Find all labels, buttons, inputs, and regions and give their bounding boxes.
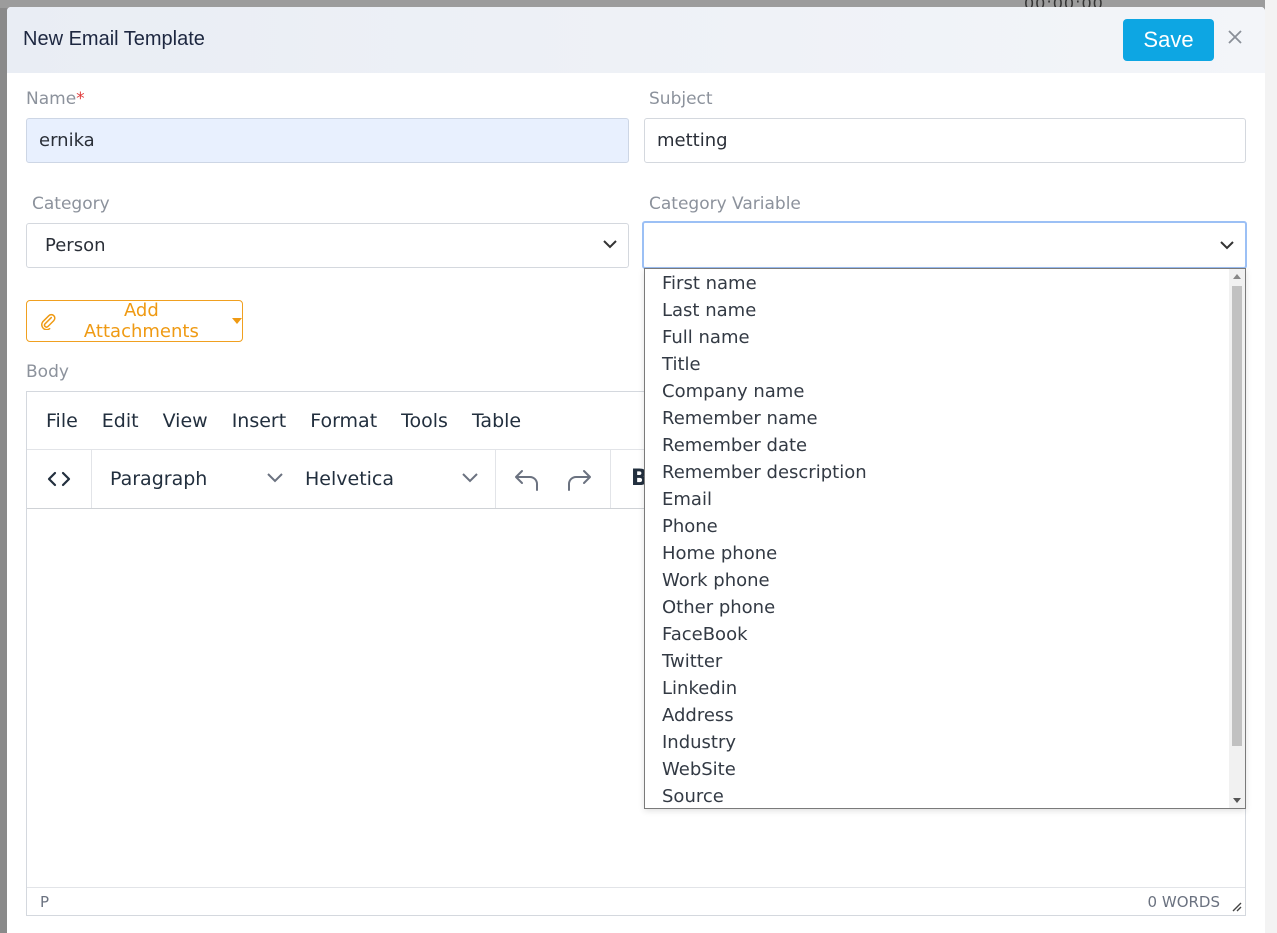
undo-icon[interactable]: [512, 466, 542, 494]
dropdown-option[interactable]: Work phone: [645, 567, 1229, 594]
redo-icon[interactable]: [564, 466, 594, 494]
dropdown-option[interactable]: Industry: [645, 729, 1229, 756]
body-label: Body: [26, 362, 69, 382]
menu-format[interactable]: Format: [310, 410, 377, 432]
menu-edit[interactable]: Edit: [102, 410, 139, 432]
name-label: Name*: [26, 89, 85, 109]
modal-title: New Email Template: [23, 28, 205, 50]
font-family-select[interactable]: Helvetica: [305, 468, 394, 490]
category-select[interactable]: Person: [26, 223, 629, 268]
email-template-modal: New Email Template Save Name* ernika Sub…: [7, 7, 1265, 933]
save-button[interactable]: Save: [1123, 19, 1214, 61]
source-code-button[interactable]: [27, 450, 92, 508]
dropdown-option[interactable]: Email: [645, 486, 1229, 513]
format-group: Paragraph Helvetica: [92, 450, 496, 508]
dropdown-option[interactable]: Last name: [645, 297, 1229, 324]
name-label-text: Name: [26, 89, 77, 109]
menu-tools[interactable]: Tools: [401, 410, 448, 432]
dropdown-option[interactable]: Title: [645, 351, 1229, 378]
paperclip-icon: [41, 313, 56, 330]
dropdown-option[interactable]: Other phone: [645, 594, 1229, 621]
dropdown-option[interactable]: Remember name: [645, 405, 1229, 432]
editor-statusbar: P 0 WORDS: [27, 887, 1245, 915]
chevron-down-icon: [1220, 241, 1234, 250]
subject-input[interactable]: metting: [644, 118, 1246, 163]
chevron-down-icon: [462, 473, 478, 483]
block-format-select[interactable]: Paragraph: [110, 468, 207, 490]
add-attachments-button[interactable]: Add Attachments: [26, 300, 243, 342]
chevron-down-icon: [267, 473, 283, 483]
category-label: Category: [32, 194, 110, 214]
close-icon[interactable]: [1225, 27, 1245, 47]
resize-handle-icon[interactable]: [1230, 900, 1242, 912]
scroll-up-icon[interactable]: [1233, 274, 1241, 279]
scrollbar-thumb[interactable]: [1232, 286, 1242, 746]
dropdown-option[interactable]: Phone: [645, 513, 1229, 540]
dropdown-option[interactable]: Twitter: [645, 648, 1229, 675]
dropdown-option[interactable]: Linkedin: [645, 675, 1229, 702]
menu-table[interactable]: Table: [472, 410, 521, 432]
chevron-down-icon: [603, 240, 617, 249]
menu-view[interactable]: View: [163, 410, 208, 432]
category-variable-label: Category Variable: [649, 194, 801, 214]
dropdown-option[interactable]: Address: [645, 702, 1229, 729]
menu-insert[interactable]: Insert: [232, 410, 287, 432]
name-input[interactable]: ernika: [26, 118, 629, 163]
caret-down-icon: [232, 318, 242, 324]
dropdown-option[interactable]: Remember date: [645, 432, 1229, 459]
dropdown-scrollbar[interactable]: [1229, 269, 1245, 808]
scroll-down-icon[interactable]: [1233, 798, 1241, 803]
history-group: [496, 450, 611, 508]
add-attachments-label: Add Attachments: [83, 300, 199, 342]
dropdown-options: First name Last name Full name Title Com…: [645, 270, 1229, 808]
category-variable-dropdown: First name Last name Full name Title Com…: [644, 268, 1246, 809]
modal-header: New Email Template Save: [7, 7, 1265, 73]
dropdown-option[interactable]: Source: [645, 783, 1229, 808]
required-mark: *: [76, 89, 85, 109]
dropdown-option[interactable]: Remember description: [645, 459, 1229, 486]
menu-file[interactable]: File: [46, 410, 78, 432]
dropdown-option[interactable]: WebSite: [645, 756, 1229, 783]
word-count[interactable]: 0 WORDS: [1148, 893, 1220, 911]
background-right-edge: [1265, 0, 1277, 933]
dropdown-option[interactable]: Full name: [645, 324, 1229, 351]
dropdown-option[interactable]: First name: [645, 270, 1229, 297]
subject-label: Subject: [649, 89, 713, 109]
dropdown-option[interactable]: FaceBook: [645, 621, 1229, 648]
source-code-icon: [47, 471, 71, 487]
dropdown-option[interactable]: Company name: [645, 378, 1229, 405]
category-variable-select[interactable]: [642, 221, 1247, 269]
element-path[interactable]: P: [40, 893, 49, 911]
category-select-value: Person: [45, 235, 106, 256]
dropdown-option[interactable]: Home phone: [645, 540, 1229, 567]
